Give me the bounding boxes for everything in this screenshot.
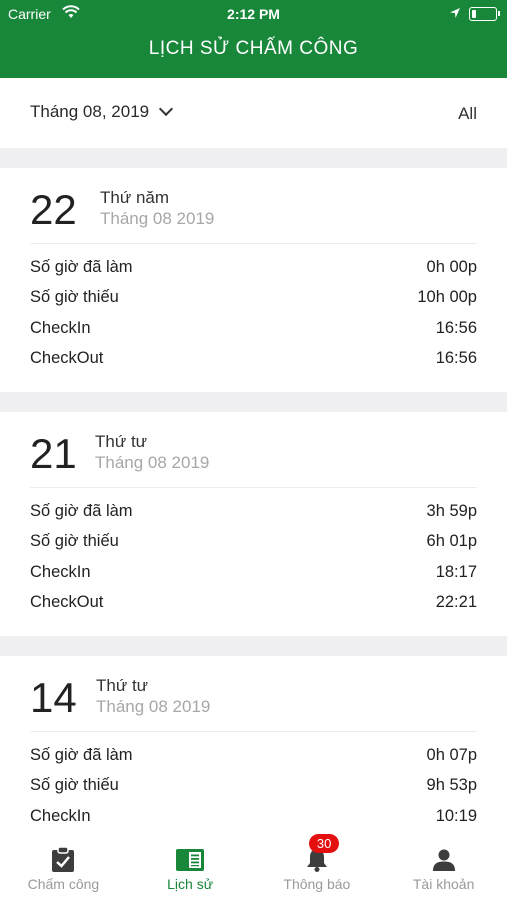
attendance-card[interactable]: 22 Thứ năm Tháng 08 2019 Số giờ đã làm 0h… (0, 168, 507, 392)
row-value: 0h 07p (426, 745, 477, 764)
row-checkin: CheckIn 18:17 (30, 557, 477, 588)
app-header: Carrier 2:12 PM LỊCH SỬ CHẤM CÔNG (0, 0, 507, 78)
row-label: CheckIn (30, 318, 91, 337)
row-checkout: CheckOut 22:21 (30, 588, 477, 619)
row-hours-missing: Số giờ thiếu 10h 00p (30, 283, 477, 314)
card-weekday: Thứ tư (96, 676, 149, 695)
card-divider (30, 487, 477, 488)
tab-label: Thông báo (283, 876, 351, 892)
user-icon (430, 846, 458, 874)
row-checkin: CheckIn 16:56 (30, 313, 477, 344)
filter-bar: Tháng 08, 2019 All (0, 78, 507, 148)
row-checkin: CheckIn 10:19 (30, 801, 477, 832)
row-hours-worked: Số giờ đã làm 0h 00p (30, 252, 477, 283)
tab-lich-su[interactable]: Lịch sử (127, 832, 254, 900)
row-label: Số giờ thiếu (30, 288, 119, 307)
all-filter-button[interactable]: All (458, 104, 477, 124)
card-month: Tháng 08 2019 (96, 697, 211, 716)
row-value: 10h 00p (417, 288, 477, 307)
row-hours-worked: Số giờ đã làm 3h 59p (30, 496, 477, 527)
row-value: 0h 00p (426, 257, 477, 276)
row-label: CheckOut (30, 349, 104, 368)
history-book-icon (176, 846, 205, 874)
card-month: Tháng 08 2019 (95, 453, 210, 472)
card-weekday: Thứ tư (95, 432, 148, 451)
card-month: Tháng 08 2019 (100, 209, 215, 228)
row-label: CheckIn (30, 806, 91, 825)
notification-badge: 30 (308, 834, 340, 853)
row-label: Số giờ đã làm (30, 501, 133, 520)
row-value: 18:17 (435, 562, 477, 581)
attendance-card[interactable]: 14 Thứ tư Tháng 08 2019 Số giờ đã làm 0h … (0, 656, 507, 832)
row-hours-worked: Số giờ đã làm 0h 07p (30, 740, 477, 771)
row-hours-missing: Số giờ thiếu 9h 53p (30, 771, 477, 802)
row-label: Số giờ thiếu (30, 532, 119, 551)
status-bar: Carrier 2:12 PM (0, 0, 507, 28)
row-value: 6h 01p (426, 532, 477, 551)
row-label: Số giờ đã làm (30, 257, 133, 276)
month-dropdown[interactable]: Tháng 08, 2019 (30, 101, 174, 122)
card-day: 21 (30, 430, 77, 477)
month-dropdown-label: Tháng 08, 2019 (30, 102, 150, 121)
tab-cham-cong[interactable]: Chấm công (0, 832, 127, 900)
row-label: CheckOut (30, 593, 104, 612)
row-checkout: CheckOut 16:56 (30, 344, 477, 375)
row-value: 16:56 (435, 349, 477, 368)
battery-icon (469, 7, 500, 21)
row-value: 22:21 (435, 593, 477, 612)
status-time: 2:12 PM (227, 6, 280, 22)
row-value: 9h 53p (426, 776, 477, 795)
location-arrow-icon (449, 6, 461, 22)
card-divider (30, 243, 477, 244)
row-value: 16:56 (435, 318, 477, 337)
row-hours-missing: Số giờ thiếu 6h 01p (30, 527, 477, 558)
tab-label: Tài khoản (412, 876, 475, 892)
row-label: Số giờ đã làm (30, 745, 133, 764)
attendance-card[interactable]: 21 Thứ tư Tháng 08 2019 Số giờ đã làm 3h … (0, 412, 507, 636)
chevron-down-icon (159, 101, 174, 117)
tab-tai-khoan[interactable]: Tài khoản (380, 832, 507, 900)
row-value: 3h 59p (426, 501, 477, 520)
row-label: Số giờ thiếu (30, 776, 119, 795)
bottom-tab-bar: Chấm công Lịch sử 30 Thông báo Tài khoản (0, 832, 507, 900)
card-day: 14 (30, 674, 77, 721)
card-divider (30, 731, 477, 732)
tab-thong-bao[interactable]: 30 Thông báo (254, 832, 381, 900)
card-weekday: Thứ năm (100, 188, 170, 207)
clipboard-check-icon (49, 846, 77, 874)
card-day: 22 (30, 186, 77, 233)
row-label: CheckIn (30, 562, 91, 581)
tab-label: Lịch sử (167, 876, 214, 892)
tab-label: Chấm công (27, 876, 100, 892)
page-title: LỊCH SỬ CHẤM CÔNG (148, 38, 359, 59)
row-value: 10:19 (435, 806, 477, 825)
